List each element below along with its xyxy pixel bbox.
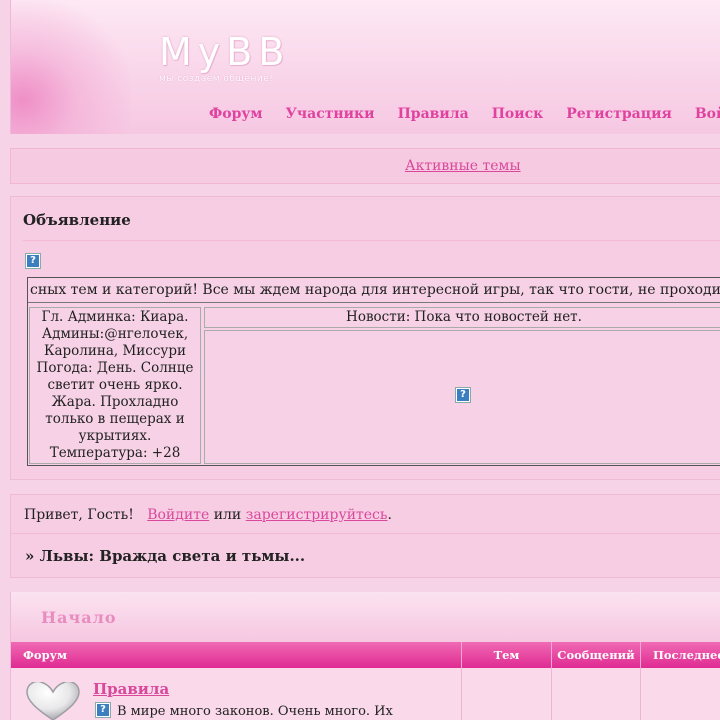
divider <box>23 240 720 241</box>
nav-login[interactable]: Войти <box>695 106 720 122</box>
active-topics-bar: Активные темы <box>10 148 720 184</box>
info-cell: Гл. Админка: Киара. Админы:@нгелочек, Ка… <box>29 307 201 464</box>
nav-rules[interactable]: Правила <box>398 106 469 122</box>
greeting-block: Привет, Гость! Войдите или зарегистрируй… <box>10 494 720 578</box>
category-header: Начало <box>11 592 720 642</box>
info-line: Погода: День. Солнце <box>36 360 194 376</box>
active-topics-link[interactable]: Активные темы <box>405 158 521 174</box>
info-line: Админы:@нгелочек, <box>41 326 189 342</box>
info-line: Каролина, Миссури <box>44 343 186 359</box>
column-topics: Тем <box>462 642 552 668</box>
forum-description: В мире много законов. Очень много. Их <box>117 704 393 719</box>
site-logo[interactable]: MyBB мы создаем общение! <box>159 32 290 84</box>
column-last-post: Последнее <box>653 648 720 662</box>
info-line: укрытиях. <box>78 428 152 444</box>
greeting-or: или <box>213 507 242 523</box>
breadcrumb[interactable]: » Львы: Вражда света и тьмы... <box>25 547 305 565</box>
column-forum: Форум <box>11 642 462 668</box>
greeting-suffix: . <box>387 507 392 523</box>
column-posts: Сообщений <box>552 642 641 668</box>
announcement-table: сных тем и категорий! Все мы ждем народа… <box>27 277 720 466</box>
logo-subtitle: мы создаем общение! <box>159 74 274 84</box>
info-line: Гл. Админка: Киара. <box>41 309 189 325</box>
site-header: MyBB мы создаем общение! Форум Участники… <box>10 0 720 134</box>
last-post-cell <box>641 668 720 720</box>
announcement-block: Объявление сных тем и категорий! Все мы … <box>10 196 720 480</box>
main-nav: Форум Участники Правила Поиск Регистраци… <box>209 106 720 122</box>
column-header-row: Форум Тем Сообщений Последнее <box>11 642 720 668</box>
register-link[interactable]: зарегистрируйтесь <box>246 507 388 523</box>
category-title: Начало <box>41 608 117 627</box>
topics-count-cell <box>462 668 552 720</box>
greeting-text: Привет, Гость! Войдите или зарегистрируй… <box>24 507 392 523</box>
announcement-marquee: сных тем и категорий! Все мы ждем народа… <box>28 278 720 303</box>
forum-category: Начало Форум Тем Сообщений Последнее Пра… <box>10 592 720 720</box>
announcement-title: Объявление <box>23 211 131 229</box>
forum-cell: Правила В мире много законов. Очень мног… <box>11 668 462 720</box>
nav-members[interactable]: Участники <box>286 106 375 122</box>
info-line: светит очень ярко. <box>47 377 183 393</box>
forum-link-rules[interactable]: Правила <box>93 680 169 698</box>
info-line: Температура: +28 <box>49 445 181 461</box>
heart-icon <box>26 682 80 720</box>
forum-row: Правила В мире много законов. Очень мног… <box>11 668 720 720</box>
nav-forum[interactable]: Форум <box>209 106 263 122</box>
info-line: только в пещерах и <box>45 411 185 427</box>
login-link[interactable]: Войдите <box>147 507 209 523</box>
broken-image-icon <box>95 702 111 718</box>
news-header: Новости: Пока что новостей нет. <box>204 307 720 328</box>
info-line: Жара. Прохладно <box>51 394 179 410</box>
posts-count-cell <box>552 668 641 720</box>
nav-search[interactable]: Поиск <box>492 106 544 122</box>
divider <box>11 533 720 534</box>
logo-title: MyBB <box>159 30 291 74</box>
broken-image-icon <box>25 253 41 269</box>
greeting-prefix: Привет, Гость! <box>24 507 134 523</box>
header-glow <box>11 0 131 134</box>
broken-image-icon <box>455 387 471 403</box>
nav-register[interactable]: Регистрация <box>566 106 672 122</box>
news-body <box>204 330 720 464</box>
